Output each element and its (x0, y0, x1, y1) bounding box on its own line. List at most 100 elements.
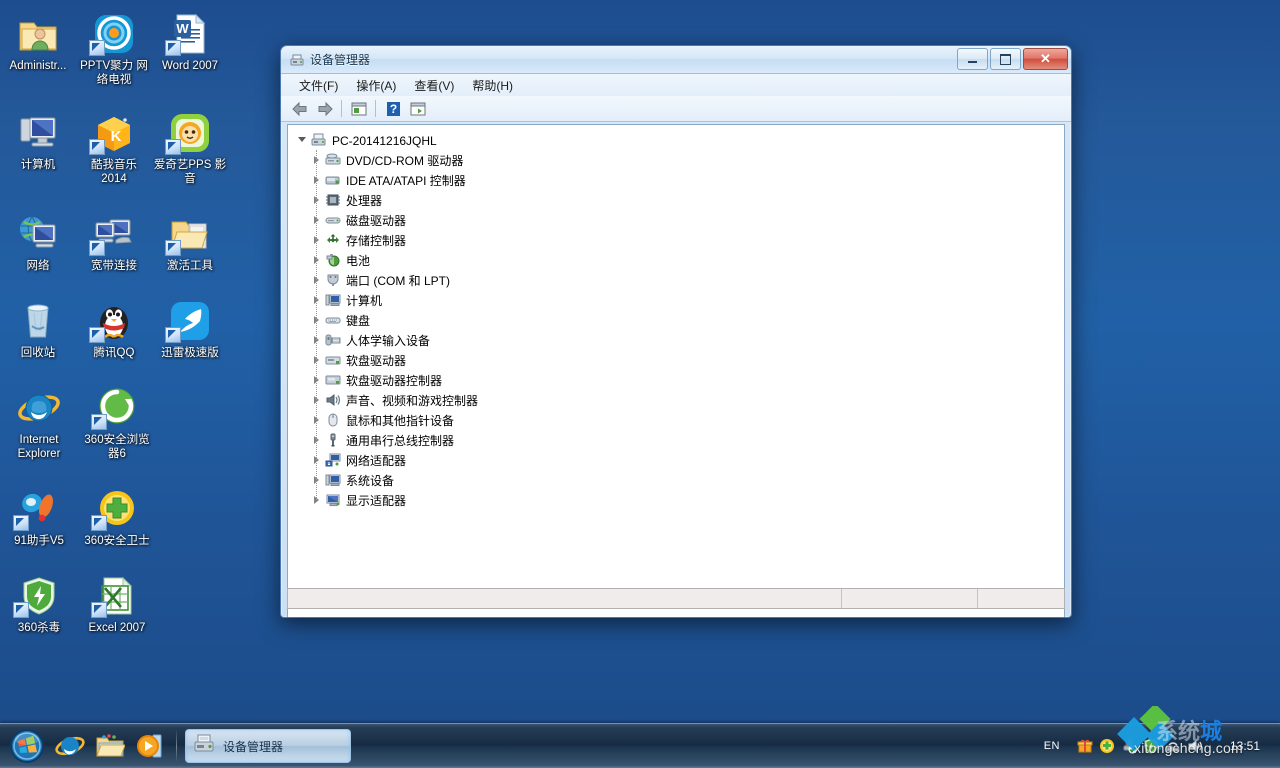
desktop-icon-91-assistant[interactable]: 91助手V5 (0, 479, 78, 550)
tree-node-disk-drives[interactable]: 磁盘驱动器 (308, 210, 1064, 230)
show-hide-console-tree-button[interactable] (346, 97, 371, 120)
tree-node-ide-controller[interactable]: IDE ATA/ATAPI 控制器 (308, 170, 1064, 190)
expand-collapse-icon[interactable] (308, 430, 324, 450)
tree-node-label: 电池 (346, 254, 371, 268)
properties-icon (410, 102, 425, 115)
tray-icon-volume[interactable] (1184, 734, 1206, 758)
quicklaunch-media-player[interactable] (130, 726, 170, 766)
tree-node-keyboard[interactable]: 键盘 (308, 310, 1064, 330)
expand-collapse-icon[interactable] (308, 290, 324, 310)
expand-collapse-icon[interactable] (308, 250, 324, 270)
tray-clock[interactable]: 13:51 (1216, 739, 1274, 753)
quicklaunch-windows-explorer[interactable] (90, 726, 130, 766)
desktop-icon-xunlei[interactable]: 迅雷极速版 (152, 291, 228, 362)
tree-node-label: 人体学输入设备 (346, 334, 431, 348)
tray-icon-360-safe[interactable] (1096, 734, 1118, 758)
expand-collapse-icon[interactable] (308, 190, 324, 210)
window-titlebar[interactable]: 设备管理器 ✕ (281, 46, 1071, 74)
folder-icon (96, 734, 125, 757)
tree-node-floppy-drive[interactable]: 软盘驱动器 (308, 350, 1064, 370)
tree-node-display-adapter[interactable]: 显示适配器 (308, 490, 1064, 510)
desktop-icon-internet-explorer[interactable]: Internet Explorer (0, 378, 78, 463)
menu-help[interactable]: 帮助(H) (463, 75, 522, 96)
device-manager-window[interactable]: 设备管理器 ✕ 文件(F) 操作(A) 查看(V) 帮助(H) ? PC-201… (280, 45, 1072, 618)
desktop-icon-360-safe[interactable]: 360安全卫士 (78, 479, 156, 550)
menu-action[interactable]: 操作(A) (347, 75, 405, 96)
expand-collapse-icon[interactable] (308, 270, 324, 290)
device-tree-pane[interactable]: PC-20141216JQHL DVD/CD-ROM 驱动器 IDE ATA/A… (287, 124, 1065, 617)
expand-collapse-icon[interactable] (308, 230, 324, 250)
maximize-button[interactable] (990, 48, 1021, 70)
forward-button[interactable] (312, 97, 337, 120)
desktop-icon-broadband[interactable]: 宽带连接 (76, 204, 152, 275)
expand-collapse-icon[interactable] (308, 490, 324, 510)
desktop-icon-tencent-qq[interactable]: 腾讯QQ (76, 291, 152, 362)
menu-view[interactable]: 查看(V) (405, 75, 463, 96)
desktop-icon-label: 宽带连接 (91, 260, 137, 272)
tree-node-label: 处理器 (346, 194, 383, 208)
window-statusbar (287, 588, 1065, 609)
taskbar-button-device-manager[interactable]: 设备管理器 (185, 729, 351, 763)
minimize-button[interactable] (957, 48, 988, 70)
help-button[interactable]: ? (380, 97, 405, 120)
expand-collapse-icon[interactable] (308, 210, 324, 230)
tree-node-label: IDE ATA/ATAPI 控制器 (346, 174, 466, 188)
close-button[interactable]: ✕ (1023, 48, 1068, 70)
expand-collapse-icon[interactable] (308, 390, 324, 410)
expand-collapse-icon[interactable] (308, 370, 324, 390)
tray-icon-gift[interactable] (1074, 734, 1096, 758)
desktop-icon-360-browser[interactable]: 360安全浏览器6 (78, 378, 156, 463)
expand-collapse-icon[interactable] (294, 130, 310, 150)
desktop-icon-pptv[interactable]: PPTV聚力 网络电视 (76, 4, 152, 89)
desktop-icon-recycle-bin[interactable]: 回收站 (0, 291, 76, 362)
network-icon (1, 208, 75, 256)
desktop-icon-administrator[interactable]: Administr... (0, 4, 76, 89)
tree-node-hid[interactable]: 人体学输入设备 (308, 330, 1064, 350)
start-button[interactable] (4, 726, 50, 766)
desktop-icon-computer[interactable]: 计算机 (0, 103, 76, 188)
expand-collapse-icon[interactable] (308, 470, 324, 490)
tree-node-sound-video-game[interactable]: 声音、视频和游戏控制器 (308, 390, 1064, 410)
taskbar[interactable]: 设备管理器 EN 13:51 (0, 723, 1280, 768)
desktop-icon-excel-2007[interactable]: Excel 2007 (78, 566, 156, 637)
tree-node-battery[interactable]: 电池 (308, 250, 1064, 270)
desktop-icon-kuwo-music[interactable]: K 酷我音乐 2014 (76, 103, 152, 188)
tree-node-dvd-cdrom[interactable]: DVD/CD-ROM 驱动器 (308, 150, 1064, 170)
back-button[interactable] (287, 97, 312, 120)
tree-node-ports[interactable]: 端口 (COM 和 LPT) (308, 270, 1064, 290)
tree-node-computer[interactable]: 计算机 (308, 290, 1064, 310)
expand-collapse-icon[interactable] (308, 410, 324, 430)
tree-node-usb-controller[interactable]: 通用串行总线控制器 (308, 430, 1064, 450)
desktop-icon-word-2007[interactable]: W Word 2007 (152, 4, 228, 89)
tree-node-system-devices[interactable]: 系统设备 (308, 470, 1064, 490)
tree-node-network-adapter[interactable]: 网络适配器 (308, 450, 1064, 470)
expand-collapse-icon[interactable] (308, 350, 324, 370)
quicklaunch-internet-explorer[interactable] (50, 726, 90, 766)
menu-file[interactable]: 文件(F) (290, 75, 347, 96)
tree-node-storage-controller[interactable]: 存储控制器 (308, 230, 1064, 250)
properties-button[interactable] (405, 97, 430, 120)
tree-node-floppy-controller[interactable]: 软盘驱动器控制器 (308, 370, 1064, 390)
tree-node-mouse[interactable]: 鼠标和其他指针设备 (308, 410, 1064, 430)
tray-icon-360-shield[interactable] (1140, 734, 1162, 758)
expand-collapse-icon[interactable] (308, 150, 324, 170)
storage-controller-icon (324, 231, 342, 249)
tree-node-label: 键盘 (346, 314, 371, 328)
desktop-icon-network[interactable]: 网络 (0, 204, 76, 275)
tree-node-root[interactable]: PC-20141216JQHL (294, 130, 1064, 150)
tree-node-processor[interactable]: 处理器 (308, 190, 1064, 210)
expand-collapse-icon[interactable] (308, 450, 324, 470)
tray-icon-safe-eject[interactable] (1118, 734, 1140, 758)
expand-collapse-icon[interactable] (308, 330, 324, 350)
desktop-icon-activation-tool[interactable]: 激活工具 (152, 204, 228, 275)
tray-icon-network[interactable] (1162, 734, 1184, 758)
91-assistant-icon (1, 483, 77, 531)
broadband-icon (77, 208, 151, 256)
desktop-icon-iqiyi-pps[interactable]: 爱奇艺PPS 影音 (152, 103, 228, 188)
expand-collapse-icon[interactable] (308, 310, 324, 330)
desktop[interactable]: Administr... PPTV聚力 网络电视 W Word 2007 计算机… (0, 0, 1280, 768)
dvd-drive-icon (324, 151, 342, 169)
expand-collapse-icon[interactable] (308, 170, 324, 190)
desktop-icon-360-antivirus[interactable]: 360杀毒 (0, 566, 78, 637)
tray-language-indicator[interactable]: EN (1044, 740, 1060, 752)
